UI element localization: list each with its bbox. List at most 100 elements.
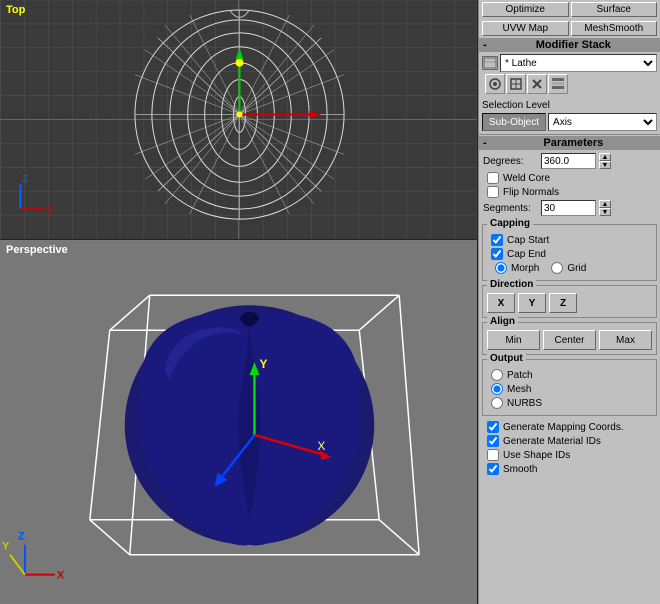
degrees-row: Degrees: ▲ ▼ [483,153,656,169]
flip-normals-row: Flip Normals [483,186,656,198]
gen-material-ids-label: Generate Material IDs [503,436,601,447]
selection-level-section: Selection Level Sub-Object Axis [479,98,660,133]
cap-start-checkbox[interactable] [491,234,503,246]
capping-title: Capping [487,218,533,229]
viewport-perspective[interactable]: Y X Z X Y Perspective [0,240,478,604]
segments-row: Segments: ▲ ▼ [483,200,656,216]
cap-end-row: Cap End [487,248,652,260]
minus-icon: - [483,39,487,51]
degrees-label: Degrees: [483,156,538,167]
nurbs-radio[interactable] [491,397,503,409]
right-panel: Optimize Surface UVW Map MeshSmooth - Mo… [478,0,660,604]
cap-start-label: Cap Start [507,235,549,246]
smooth-label: Smooth [503,464,537,475]
svg-text:Z: Z [22,174,28,185]
segments-label: Segments: [483,203,538,214]
output-group: Output Patch Mesh NURBS [482,359,657,416]
use-shape-ids-checkbox[interactable] [487,449,499,461]
direction-title: Direction [487,279,536,290]
svg-text:Z: Z [18,531,25,543]
output-title: Output [487,353,526,364]
gen-mapping-checkbox[interactable] [487,421,499,433]
morph-radio[interactable] [495,262,507,274]
patch-radio[interactable] [491,369,503,381]
top-buttons-row2: UVW Map MeshSmooth [479,19,660,38]
max-align-btn[interactable]: Max [599,330,652,350]
modifier-icon [482,56,498,70]
grid-radio[interactable] [551,262,563,274]
viewport-top-label: Top [6,4,25,16]
mesh-radio[interactable] [491,383,503,395]
viewport-top[interactable]: Z X Top [0,0,478,240]
smooth-checkbox[interactable] [487,463,499,475]
degrees-spinner: ▲ ▼ [599,153,611,169]
configure-modifier-btn[interactable] [548,74,568,94]
flip-normals-checkbox[interactable] [487,186,499,198]
bottom-checkboxes: Generate Mapping Coords. Generate Materi… [479,418,660,480]
mesh-smooth-button[interactable]: MeshSmooth [571,21,658,36]
viewport-perspective-label: Perspective [6,244,68,256]
modifier-stack-header: - Modifier Stack [479,38,660,52]
parameters-header: - Parameters [479,136,660,150]
grid-label: Grid [567,263,586,274]
morph-radio-row: Morph [491,262,539,274]
y-direction-btn[interactable]: Y [518,293,546,313]
morph-label: Morph [511,263,539,274]
select-by-icon-btn[interactable] [506,74,526,94]
degrees-input[interactable] [541,153,596,169]
flip-normals-label: Flip Normals [503,187,559,198]
sub-object-btn[interactable]: Sub-Object [482,113,546,131]
cap-end-label: Cap End [507,249,546,260]
parameters-label: Parameters [491,137,656,149]
min-align-btn[interactable]: Min [487,330,540,350]
gen-material-ids-checkbox[interactable] [487,435,499,447]
parameters-section: Degrees: ▲ ▼ Weld Core Flip Normals Segm… [479,150,660,222]
params-minus-icon: - [483,137,487,149]
uvw-map-button[interactable]: UVW Map [482,21,569,36]
modifier-select-row: * Lathe [482,54,657,72]
align-group: Align Min Center Max [482,322,657,355]
mesh-radio-row: Mesh [487,383,652,395]
capping-radio-group: Morph Grid [487,262,652,276]
selection-level-label: Selection Level [482,100,657,111]
x-direction-btn[interactable]: X [487,293,515,313]
z-direction-btn[interactable]: Z [549,293,577,313]
remove-modifier-btn[interactable] [527,74,547,94]
svg-text:X: X [47,205,54,216]
patch-label: Patch [507,370,533,381]
weld-core-label: Weld Core [503,173,550,184]
gen-mapping-label: Generate Mapping Coords. [503,422,624,433]
optimize-button[interactable]: Optimize [482,2,569,17]
svg-text:Y: Y [2,541,10,553]
pin-icon-btn[interactable] [485,74,505,94]
modifier-dropdown[interactable]: * Lathe [500,54,657,72]
cap-start-row: Cap Start [487,234,652,246]
segments-up-btn[interactable]: ▲ [599,200,611,208]
degrees-up-btn[interactable]: ▲ [599,153,611,161]
selection-row: Sub-Object Axis [482,113,657,131]
direction-group: Direction X Y Z [482,285,657,318]
surface-button[interactable]: Surface [571,2,658,17]
segments-down-btn[interactable]: ▼ [599,208,611,216]
capping-group: Capping Cap Start Cap End Morph Grid [482,224,657,281]
cap-end-checkbox[interactable] [491,248,503,260]
grid-radio-row: Grid [547,262,586,274]
degrees-down-btn[interactable]: ▼ [599,161,611,169]
center-align-btn[interactable]: Center [543,330,596,350]
use-shape-ids-label: Use Shape IDs [503,450,570,461]
segments-input[interactable] [541,200,596,216]
segments-spinner: ▲ ▼ [599,200,611,216]
svg-text:X: X [317,439,325,453]
direction-buttons: X Y Z [487,293,652,313]
icon-toolbar [482,72,657,96]
svg-text:Y: Y [259,357,267,371]
modifier-stack-section: * Lathe [479,52,660,98]
svg-text:X: X [57,570,65,582]
nurbs-radio-row: NURBS [487,397,652,409]
axis-select[interactable]: Axis [548,113,657,131]
gen-material-ids-row: Generate Material IDs [483,435,656,447]
weld-core-checkbox[interactable] [487,172,499,184]
modifier-stack-label: Modifier Stack [491,39,656,51]
weld-core-row: Weld Core [483,172,656,184]
align-buttons: Min Center Max [487,330,652,350]
